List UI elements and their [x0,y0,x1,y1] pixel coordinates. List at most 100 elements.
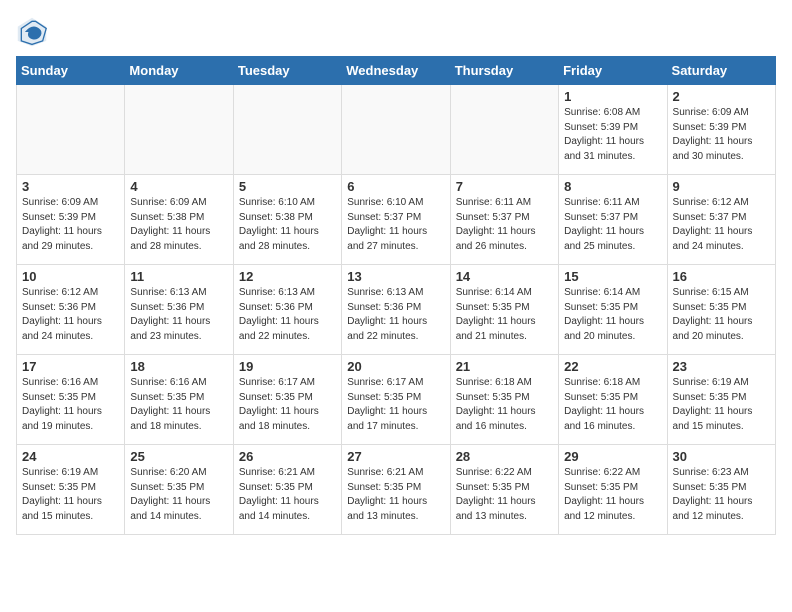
day-info: Sunrise: 6:10 AM Sunset: 5:38 PM Dayligh… [239,196,336,254]
day-number: 15 [564,269,661,284]
day-info: Sunrise: 6:14 AM Sunset: 5:35 PM Dayligh… [564,286,661,344]
day-number: 28 [456,449,553,464]
day-info: Sunrise: 6:19 AM Sunset: 5:35 PM Dayligh… [673,376,770,434]
calendar-week-row: 10 Sunrise: 6:12 AM Sunset: 5:36 PM Dayli… [17,265,776,355]
day-info: Sunrise: 6:21 AM Sunset: 5:35 PM Dayligh… [347,466,444,524]
calendar-cell: 23 Sunrise: 6:19 AM Sunset: 5:35 PM Dayli… [667,355,775,445]
calendar-cell: 7 Sunrise: 6:11 AM Sunset: 5:37 PM Daylig… [450,175,558,265]
calendar-cell: 8Sunrise: 6:11 AM Sunset: 5:37 PM Daylig… [559,175,667,265]
calendar-week-row: 1 Sunrise: 6:08 AM Sunset: 5:39 PM Daylig… [17,85,776,175]
calendar-cell: 6 Sunrise: 6:10 AM Sunset: 5:37 PM Daylig… [342,175,450,265]
day-number: 9 [673,179,770,194]
day-number: 17 [22,359,119,374]
day-number: 12 [239,269,336,284]
calendar-cell: 15 Sunrise: 6:14 AM Sunset: 5:35 PM Dayli… [559,265,667,355]
calendar-cell: 12 Sunrise: 6:13 AM Sunset: 5:36 PM Dayli… [233,265,341,355]
logo [16,16,52,48]
day-info: Sunrise: 6:23 AM Sunset: 5:35 PM Dayligh… [673,466,770,524]
calendar-cell [450,85,558,175]
day-info: Sunrise: 6:08 AM Sunset: 5:39 PM Dayligh… [564,106,661,164]
day-of-week-header: Thursday [450,57,558,85]
calendar-cell: 28 Sunrise: 6:22 AM Sunset: 5:35 PM Dayli… [450,445,558,535]
day-number: 26 [239,449,336,464]
day-number: 23 [673,359,770,374]
day-info: Sunrise: 6:20 AM Sunset: 5:35 PM Dayligh… [130,466,227,524]
calendar-cell [233,85,341,175]
day-number: 4 [130,179,227,194]
calendar-cell: 24 Sunrise: 6:19 AM Sunset: 5:35 PM Dayli… [17,445,125,535]
day-number: 16 [673,269,770,284]
calendar-cell: 30 Sunrise: 6:23 AM Sunset: 5:35 PM Dayli… [667,445,775,535]
day-info: Sunrise: 6:15 AM Sunset: 5:35 PM Dayligh… [673,286,770,344]
day-number: 19 [239,359,336,374]
calendar-cell: 14 Sunrise: 6:14 AM Sunset: 5:35 PM Dayli… [450,265,558,355]
day-info: Sunrise: 6:09 AM Sunset: 5:38 PM Dayligh… [130,196,227,254]
day-number: 11 [130,269,227,284]
calendar-cell: 5 Sunrise: 6:10 AM Sunset: 5:38 PM Daylig… [233,175,341,265]
day-info: Sunrise: 6:13 AM Sunset: 5:36 PM Dayligh… [239,286,336,344]
day-number: 3 [22,179,119,194]
day-info: Sunrise: 6:22 AM Sunset: 5:35 PM Dayligh… [564,466,661,524]
day-number: 5 [239,179,336,194]
day-info: Sunrise: 6:14 AM Sunset: 5:35 PM Dayligh… [456,286,553,344]
calendar-cell: 3 Sunrise: 6:09 AM Sunset: 5:39 PM Daylig… [17,175,125,265]
day-info: Sunrise: 6:17 AM Sunset: 5:35 PM Dayligh… [239,376,336,434]
calendar-cell [342,85,450,175]
day-number: 2 [673,89,770,104]
day-info: Sunrise: 6:09 AM Sunset: 5:39 PM Dayligh… [673,106,770,164]
calendar-cell: 1 Sunrise: 6:08 AM Sunset: 5:39 PM Daylig… [559,85,667,175]
day-info: Sunrise: 6:21 AM Sunset: 5:35 PM Dayligh… [239,466,336,524]
day-of-week-header: Friday [559,57,667,85]
day-number: 20 [347,359,444,374]
day-number: 7 [456,179,553,194]
calendar-cell: 20 Sunrise: 6:17 AM Sunset: 5:35 PM Dayli… [342,355,450,445]
calendar-table: SundayMondayTuesdayWednesdayThursdayFrid… [16,56,776,535]
day-of-week-header: Monday [125,57,233,85]
day-number: 30 [673,449,770,464]
day-number: 22 [564,359,661,374]
calendar-cell: 4 Sunrise: 6:09 AM Sunset: 5:38 PM Daylig… [125,175,233,265]
calendar-cell: 27 Sunrise: 6:21 AM Sunset: 5:35 PM Dayli… [342,445,450,535]
day-info: Sunrise: 6:22 AM Sunset: 5:35 PM Dayligh… [456,466,553,524]
calendar-week-row: 17 Sunrise: 6:16 AM Sunset: 5:35 PM Dayli… [17,355,776,445]
day-number: 10 [22,269,119,284]
calendar-cell: 9 Sunrise: 6:12 AM Sunset: 5:37 PM Daylig… [667,175,775,265]
day-number: 18 [130,359,227,374]
day-number: 14 [456,269,553,284]
day-info: Sunrise: 6:13 AM Sunset: 5:36 PM Dayligh… [130,286,227,344]
day-info: Sunrise: 6:19 AM Sunset: 5:35 PM Dayligh… [22,466,119,524]
day-number: 24 [22,449,119,464]
day-info: Sunrise: 6:13 AM Sunset: 5:36 PM Dayligh… [347,286,444,344]
day-number: 8 [564,179,661,194]
day-of-week-header: Wednesday [342,57,450,85]
day-number: 25 [130,449,227,464]
calendar-cell: 13 Sunrise: 6:13 AM Sunset: 5:36 PM Dayli… [342,265,450,355]
calendar-cell: 10 Sunrise: 6:12 AM Sunset: 5:36 PM Dayli… [17,265,125,355]
day-info: Sunrise: 6:18 AM Sunset: 5:35 PM Dayligh… [564,376,661,434]
day-info: Sunrise: 6:10 AM Sunset: 5:37 PM Dayligh… [347,196,444,254]
day-info: Sunrise: 6:16 AM Sunset: 5:35 PM Dayligh… [130,376,227,434]
calendar-cell: 18 Sunrise: 6:16 AM Sunset: 5:35 PM Dayli… [125,355,233,445]
calendar-cell: 21Sunrise: 6:18 AM Sunset: 5:35 PM Dayli… [450,355,558,445]
day-number: 27 [347,449,444,464]
calendar-week-row: 24 Sunrise: 6:19 AM Sunset: 5:35 PM Dayli… [17,445,776,535]
day-info: Sunrise: 6:16 AM Sunset: 5:35 PM Dayligh… [22,376,119,434]
calendar-cell [125,85,233,175]
day-number: 1 [564,89,661,104]
day-info: Sunrise: 6:12 AM Sunset: 5:37 PM Dayligh… [673,196,770,254]
day-info: Sunrise: 6:09 AM Sunset: 5:39 PM Dayligh… [22,196,119,254]
calendar-cell: 17 Sunrise: 6:16 AM Sunset: 5:35 PM Dayli… [17,355,125,445]
day-number: 6 [347,179,444,194]
calendar-header-row: SundayMondayTuesdayWednesdayThursdayFrid… [17,57,776,85]
day-info: Sunrise: 6:11 AM Sunset: 5:37 PM Dayligh… [456,196,553,254]
day-number: 29 [564,449,661,464]
day-info: Sunrise: 6:12 AM Sunset: 5:36 PM Dayligh… [22,286,119,344]
calendar-cell [17,85,125,175]
day-info: Sunrise: 6:17 AM Sunset: 5:35 PM Dayligh… [347,376,444,434]
calendar-cell: 2 Sunrise: 6:09 AM Sunset: 5:39 PM Daylig… [667,85,775,175]
day-of-week-header: Sunday [17,57,125,85]
calendar-cell: 25 Sunrise: 6:20 AM Sunset: 5:35 PM Dayli… [125,445,233,535]
calendar-cell: 19 Sunrise: 6:17 AM Sunset: 5:35 PM Dayli… [233,355,341,445]
day-number: 13 [347,269,444,284]
calendar-cell: 26 Sunrise: 6:21 AM Sunset: 5:35 PM Dayli… [233,445,341,535]
